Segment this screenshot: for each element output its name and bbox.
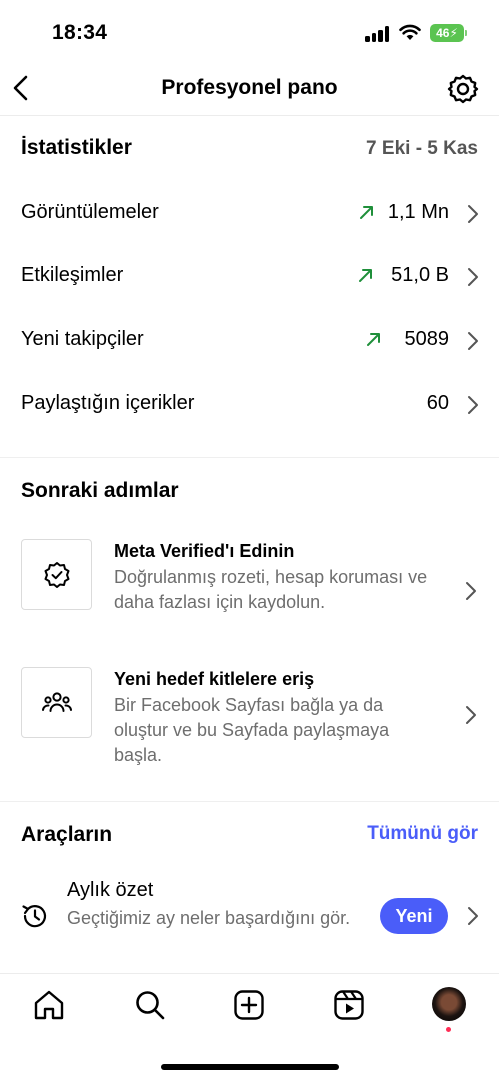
stat-value: 60 <box>426 392 449 414</box>
trend-up-arrow-icon <box>360 206 373 219</box>
tool-monthly-summary[interactable]: Aylık özet Geçtiğimiz ay neler başardığı… <box>0 877 499 957</box>
search-icon[interactable] <box>133 988 167 1022</box>
step-description: Bir Facebook Sayfası bağla ya da oluştur… <box>114 695 390 765</box>
stat-row-interactions[interactable]: Etkileşimler 51,0 B <box>0 258 499 298</box>
chevron-right-icon <box>468 268 478 286</box>
battery-icon: 46 ⚡ <box>430 24 464 42</box>
home-indicator <box>161 1064 339 1070</box>
status-bar: 18:34 46 ⚡ <box>0 0 499 66</box>
section-divider <box>0 457 499 458</box>
stat-label: Yeni takipçiler <box>21 328 144 350</box>
trend-up-arrow-icon <box>359 269 372 282</box>
status-time: 18:34 <box>52 21 108 44</box>
stat-value: 5089 <box>404 328 450 350</box>
section-divider <box>0 801 499 802</box>
step-title: Meta Verified'ı Edinin <box>114 541 295 561</box>
settings-gear-icon[interactable] <box>447 73 479 105</box>
stat-row-shared-content[interactable]: Paylaştığın içerikler 60 <box>0 386 499 426</box>
tool-title: Aylık özet <box>67 879 154 901</box>
stat-label: Etkileşimler <box>21 264 124 286</box>
date-range[interactable]: 7 Eki - 5 Kas <box>366 138 478 160</box>
chevron-right-icon <box>468 907 478 925</box>
top-navigation: Profesyonel pano <box>0 66 499 116</box>
tool-description: Geçtiğimiz ay neler başardığını gör. <box>67 908 351 928</box>
tools-title: Araçların <box>21 823 113 846</box>
step-icon-box <box>21 667 92 738</box>
profile-avatar[interactable] <box>432 987 466 1021</box>
chevron-right-icon <box>468 205 478 223</box>
see-all-link[interactable]: Tümünü gör <box>367 823 478 845</box>
page-title: Profesyonel pano <box>161 76 338 99</box>
create-icon[interactable] <box>232 988 266 1022</box>
statistics-header: İstatistikler 7 Eki - 5 Kas <box>0 136 499 170</box>
home-icon[interactable] <box>32 988 66 1022</box>
stat-row-views[interactable]: Görüntülemeler 1,1 Mn <box>0 195 499 235</box>
stat-value: 1,1 Mn <box>387 201 449 223</box>
chevron-right-icon <box>466 582 476 600</box>
step-meta-verified[interactable]: Meta Verified'ı Edinin Doğrulanmış rozet… <box>0 539 499 649</box>
history-icon <box>22 905 47 928</box>
notification-dot <box>446 1027 451 1032</box>
statistics-title: İstatistikler <box>21 136 132 159</box>
chevron-right-icon <box>468 332 478 350</box>
reels-icon[interactable] <box>332 988 366 1022</box>
stat-label: Görüntülemeler <box>21 201 159 223</box>
chevron-right-icon <box>468 396 478 414</box>
stat-row-new-followers[interactable]: Yeni takipçiler 5089 <box>0 322 499 362</box>
wifi-icon <box>399 24 421 40</box>
cellular-signal-icon <box>365 26 391 42</box>
stat-label: Paylaştığın içerikler <box>21 392 195 414</box>
chevron-right-icon <box>466 706 476 724</box>
verified-badge-icon <box>44 561 69 588</box>
audience-icon <box>41 691 72 712</box>
battery-tip <box>465 30 467 36</box>
step-description: Doğrulanmış rozeti, hesap koruması ve da… <box>114 567 428 612</box>
step-reach-new-audiences[interactable]: Yeni hedef kitlelere eriş Bir Facebook S… <box>0 667 499 777</box>
step-icon-box <box>21 539 92 610</box>
stat-value: 51,0 B <box>391 264 449 286</box>
trend-up-arrow-icon <box>367 333 380 346</box>
next-steps-title: Sonraki adımlar <box>21 479 179 502</box>
step-title: Yeni hedef kitlelere eriş <box>114 669 315 689</box>
new-badge: Yeni <box>380 898 448 934</box>
